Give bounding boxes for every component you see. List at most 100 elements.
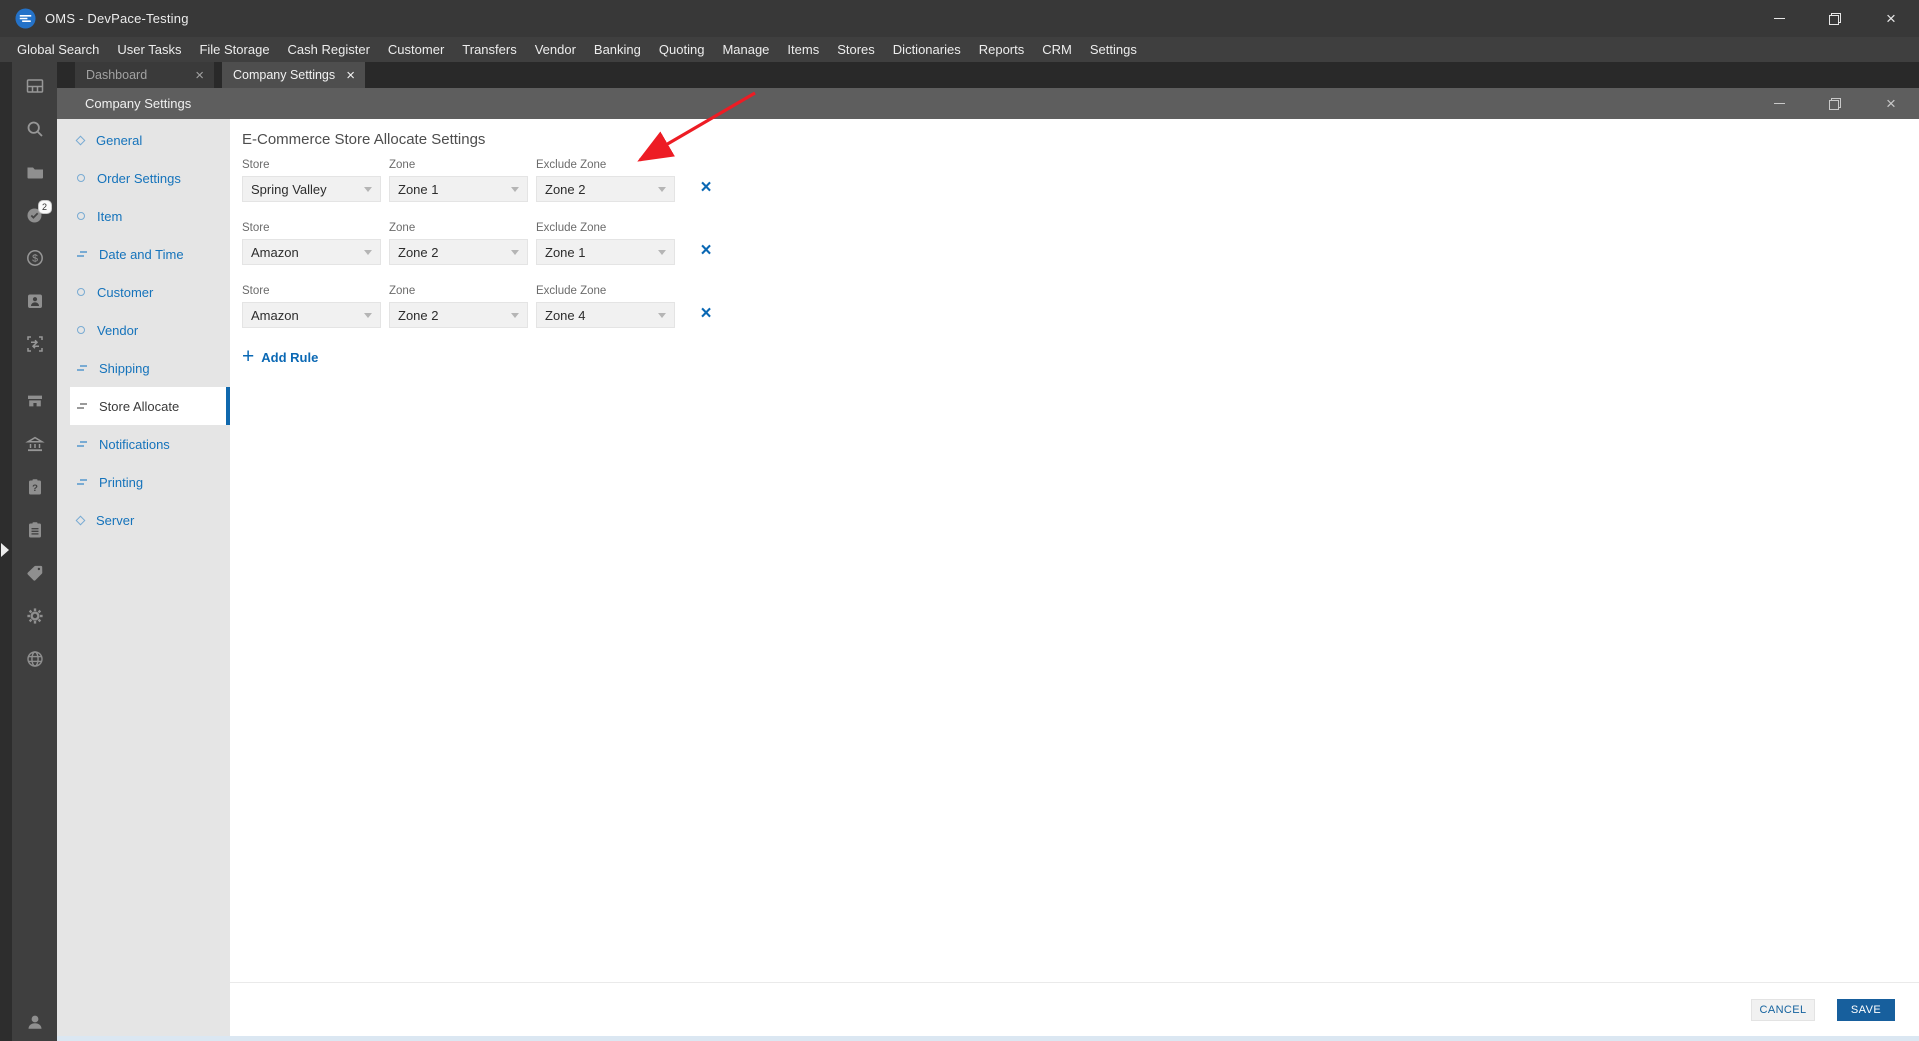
- circle-icon: [77, 288, 85, 296]
- chevron-down-icon: [658, 186, 666, 192]
- chevron-down-icon: [511, 312, 519, 318]
- tasks-check-icon[interactable]: 2: [25, 200, 52, 225]
- store-dropdown[interactable]: Spring Valley: [242, 176, 381, 202]
- nav-item-shipping[interactable]: Shipping: [57, 349, 230, 387]
- chevron-down-icon: [511, 249, 519, 255]
- exclude-zone-label: Exclude Zone: [536, 159, 607, 171]
- store-icon[interactable]: [25, 391, 45, 411]
- nav-item-label: Notifications: [99, 436, 170, 452]
- lines-icon: [77, 401, 87, 411]
- cs-restore-button[interactable]: [1807, 88, 1863, 119]
- lines-icon: [77, 439, 87, 449]
- restore-button[interactable]: [1807, 0, 1863, 37]
- money-icon[interactable]: $: [25, 248, 45, 268]
- rule-row: Store Spring Valley Zone Zone 1 Exclude …: [242, 159, 1919, 202]
- exclude-zone-dropdown[interactable]: Zone 1: [536, 239, 675, 265]
- save-button[interactable]: SAVE: [1837, 998, 1895, 1021]
- menu-banking[interactable]: Banking: [585, 37, 650, 62]
- menu-manage[interactable]: Manage: [713, 37, 778, 62]
- store-field: Store Amazon: [242, 222, 381, 265]
- tab-dashboard-close-icon[interactable]: ×: [195, 68, 204, 83]
- minimize-button[interactable]: [1751, 0, 1807, 37]
- exclude-zone-label: Exclude Zone: [536, 285, 607, 297]
- clipboard-question-icon[interactable]: ?: [25, 477, 45, 497]
- tab-company-settings[interactable]: Company Settings ×: [222, 62, 365, 88]
- nav-item-label: Customer: [97, 284, 154, 300]
- menu-stores[interactable]: Stores: [828, 37, 884, 62]
- nav-item-label: Shipping: [99, 360, 150, 376]
- delete-rule-button[interactable]: ×: [695, 240, 717, 262]
- zone-dropdown[interactable]: Zone 2: [389, 302, 528, 328]
- menu-vendor[interactable]: Vendor: [526, 37, 585, 62]
- nav-item-vendor[interactable]: Vendor: [57, 311, 230, 349]
- cs-close-button[interactable]: ×: [1863, 88, 1919, 119]
- menu-dictionaries[interactable]: Dictionaries: [884, 37, 970, 62]
- nav-item-server[interactable]: Server: [57, 501, 230, 539]
- zone-dropdown[interactable]: Zone 1: [389, 176, 528, 202]
- circle-icon: [77, 174, 85, 182]
- exclude-zone-dropdown[interactable]: Zone 2: [536, 176, 675, 202]
- menu-settings[interactable]: Settings: [1081, 37, 1146, 62]
- menu-crm[interactable]: CRM: [1033, 37, 1081, 62]
- nav-item-date-and-time[interactable]: Date and Time: [57, 235, 230, 273]
- tab-company-settings-close-icon[interactable]: ×: [346, 68, 355, 83]
- bank-icon[interactable]: [24, 434, 45, 454]
- svg-text:$: $: [32, 253, 38, 265]
- zone-label: Zone: [389, 159, 416, 171]
- close-icon: ×: [1886, 9, 1896, 28]
- menu-user-tasks[interactable]: User Tasks: [108, 37, 190, 62]
- nav-item-notifications[interactable]: Notifications: [57, 425, 230, 463]
- zone-label: Zone: [389, 285, 416, 297]
- scan-transfer-icon[interactable]: [25, 334, 45, 354]
- nav-item-order-settings[interactable]: Order Settings: [57, 159, 230, 197]
- store-value: Amazon: [251, 307, 299, 323]
- tag-icon[interactable]: [25, 563, 45, 583]
- menu-file-storage[interactable]: File Storage: [190, 37, 278, 62]
- minimize-icon: [1773, 18, 1785, 19]
- sidebar-expander-arrow[interactable]: [1, 543, 9, 557]
- menu-reports[interactable]: Reports: [970, 37, 1034, 62]
- zone-dropdown[interactable]: Zone 2: [389, 239, 528, 265]
- folder-icon[interactable]: [25, 162, 45, 182]
- cs-minimize-button[interactable]: [1751, 88, 1807, 119]
- close-button[interactable]: ×: [1863, 0, 1919, 37]
- search-icon[interactable]: [25, 119, 45, 139]
- menu-customer[interactable]: Customer: [379, 37, 453, 62]
- delete-rule-button[interactable]: ×: [695, 303, 717, 325]
- chevron-down-icon: [658, 312, 666, 318]
- dashboard-icon[interactable]: [25, 76, 45, 96]
- clipboard-list-icon[interactable]: [25, 520, 45, 540]
- circle-icon: [77, 212, 85, 220]
- nav-item-item[interactable]: Item: [57, 197, 230, 235]
- store-dropdown[interactable]: Amazon: [242, 302, 381, 328]
- delete-rule-button[interactable]: ×: [695, 177, 717, 199]
- restore-icon: [1829, 12, 1841, 25]
- add-rule-button[interactable]: + Add Rule: [242, 346, 1919, 367]
- store-allocate-content: E-Commerce Store Allocate Settings Store…: [230, 119, 1919, 1041]
- zone-field: Zone Zone 1: [389, 159, 528, 202]
- menu-cash-register[interactable]: Cash Register: [279, 37, 379, 62]
- nav-item-printing[interactable]: Printing: [57, 463, 230, 501]
- menu-quoting[interactable]: Quoting: [650, 37, 714, 62]
- cancel-button[interactable]: CANCEL: [1751, 998, 1815, 1021]
- gear-icon[interactable]: [25, 606, 45, 626]
- store-dropdown[interactable]: Amazon: [242, 239, 381, 265]
- nav-item-store-allocate[interactable]: Store Allocate: [70, 387, 230, 425]
- globe-icon[interactable]: [25, 649, 45, 669]
- user-icon[interactable]: [25, 1012, 45, 1032]
- zone-value: Zone 2: [398, 244, 439, 260]
- exclude-zone-dropdown[interactable]: Zone 4: [536, 302, 675, 328]
- store-label: Store: [242, 222, 270, 234]
- icon-sidebar-inner: 2 $ ?: [12, 62, 57, 1041]
- menu-global-search[interactable]: Global Search: [8, 37, 108, 62]
- nav-item-label: Store Allocate: [99, 398, 180, 414]
- zone-field: Zone Zone 2: [389, 285, 528, 328]
- menu-items[interactable]: Items: [778, 37, 828, 62]
- rule-row: Store Amazon Zone Zone 2 Exclude Zone Zo…: [242, 222, 1919, 265]
- menu-transfers[interactable]: Transfers: [453, 37, 525, 62]
- nav-item-customer[interactable]: Customer: [57, 273, 230, 311]
- tab-dashboard[interactable]: Dashboard ×: [75, 62, 214, 88]
- nav-item-label: Server: [96, 512, 135, 528]
- contact-icon[interactable]: [25, 291, 45, 311]
- nav-item-general[interactable]: General: [57, 121, 230, 159]
